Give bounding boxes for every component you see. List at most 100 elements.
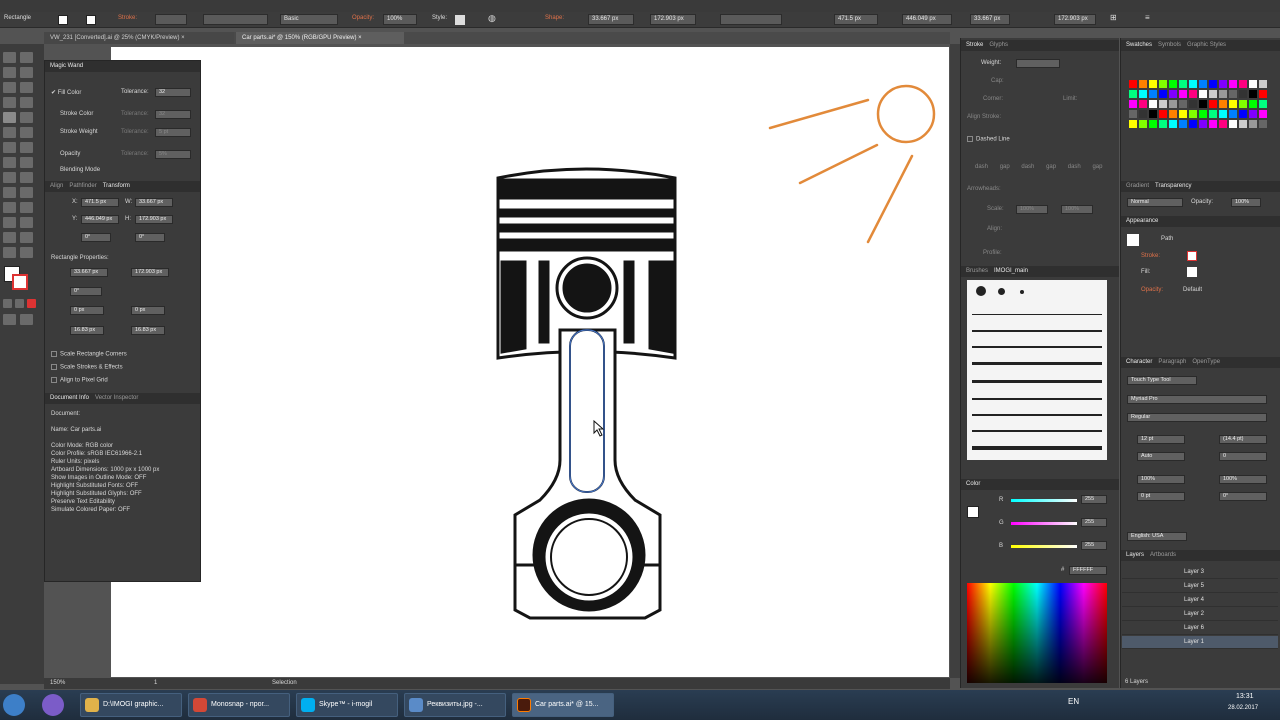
appearance-opacity[interactable]: Opacity: — [1141, 287, 1163, 293]
stroke-color-option[interactable]: Stroke Color — [60, 111, 93, 117]
color-swatch[interactable] — [1199, 120, 1207, 128]
color-swatch[interactable] — [1179, 80, 1187, 88]
r-slider[interactable] — [1011, 499, 1077, 502]
zoom-level[interactable]: 150% — [50, 678, 65, 689]
rect-w-field[interactable]: 33.667 px — [70, 268, 108, 277]
tracking-field[interactable]: 0 — [1219, 452, 1267, 461]
appearance-stroke-swatch[interactable] — [1187, 251, 1197, 261]
align-field[interactable] — [720, 14, 782, 25]
corner-radius-2[interactable]: 0 px — [131, 306, 165, 315]
tab-transparency[interactable]: Transparency — [1155, 183, 1191, 189]
color-swatch[interactable] — [1179, 110, 1187, 118]
tab-layers[interactable]: Layers — [1126, 552, 1144, 558]
blending-mode-option[interactable]: Blending Mode — [60, 167, 100, 173]
tab-artboards[interactable]: Artboards — [1150, 552, 1176, 558]
color-swatch[interactable] — [1239, 120, 1247, 128]
rect-angle-field[interactable]: 0° — [70, 287, 102, 296]
artboard-tool-icon[interactable] — [3, 232, 16, 243]
font-style-select[interactable]: Regular — [1127, 413, 1267, 422]
scale-tool-icon[interactable] — [20, 142, 33, 153]
tab-paragraph[interactable]: Paragraph — [1158, 359, 1186, 365]
horizontal-scale-field[interactable]: 100% — [1219, 475, 1267, 484]
transparency-opacity-field[interactable]: 100% — [1231, 198, 1261, 207]
rect-h-field[interactable]: 172.903 px — [131, 268, 169, 277]
color-swatch[interactable] — [1179, 90, 1187, 98]
brush-dot-icon[interactable] — [976, 286, 986, 296]
magic-wand-tool-icon[interactable] — [3, 67, 16, 78]
slice-tool-icon[interactable] — [20, 232, 33, 243]
color-swatch[interactable] — [1149, 80, 1157, 88]
color-swatch[interactable] — [1159, 100, 1167, 108]
tab-graphic-styles[interactable]: Graphic Styles — [1187, 42, 1226, 48]
color-mode-icon[interactable] — [3, 299, 12, 308]
stroke-weight-field[interactable] — [155, 14, 187, 25]
tolerance-field[interactable]: 32 — [155, 88, 191, 97]
tab-symbols[interactable]: Symbols — [1158, 42, 1181, 48]
color-swatch[interactable] — [1169, 100, 1177, 108]
color-swatch[interactable] — [1159, 90, 1167, 98]
touch-type-tool-button[interactable]: Touch Type Tool — [1127, 376, 1197, 385]
layer-row[interactable]: Layer 6 — [1122, 622, 1278, 635]
shear-field[interactable]: 0° — [135, 233, 165, 242]
free-transform-tool-icon[interactable] — [20, 157, 33, 168]
color-swatch[interactable] — [1199, 110, 1207, 118]
color-swatch[interactable] — [1189, 120, 1197, 128]
shape-w-field[interactable]: 33.667 px — [588, 14, 634, 25]
rectangle-tool-icon[interactable] — [3, 112, 16, 123]
transform-h-field[interactable]: 172.903 px — [135, 215, 173, 224]
blend-tool-icon[interactable] — [20, 202, 33, 213]
color-spectrum[interactable] — [967, 583, 1107, 683]
color-swatch[interactable] — [1159, 120, 1167, 128]
layer-row[interactable]: Layer 5 — [1122, 580, 1278, 593]
color-swatch[interactable] — [1209, 100, 1217, 108]
g-field[interactable]: 255 — [1081, 518, 1107, 527]
color-swatch[interactable] — [1259, 100, 1267, 108]
color-swatch[interactable] — [1139, 80, 1147, 88]
color-swatch[interactable] — [1229, 80, 1237, 88]
transform-w-field[interactable]: 33.667 px — [135, 198, 173, 207]
brush-stroke[interactable] — [972, 380, 1102, 383]
tab-car-parts[interactable]: Car parts.ai* @ 150% (RGB/GPU Preview) × — [236, 32, 404, 44]
clock-date[interactable]: 28.02.2017 — [1228, 705, 1258, 711]
dashed-line-option[interactable]: Dashed Line — [967, 136, 1010, 143]
brush-style-field[interactable]: Basic — [280, 14, 338, 25]
color-swatch[interactable] — [1199, 90, 1207, 98]
color-swatch[interactable] — [1189, 100, 1197, 108]
transform-y-field[interactable]: 446.049 px — [81, 215, 119, 224]
color-swatch[interactable] — [1239, 80, 1247, 88]
paintbrush-tool-icon[interactable] — [20, 112, 33, 123]
clock-time[interactable]: 13:31 — [1236, 693, 1254, 700]
color-swatch[interactable] — [1209, 90, 1217, 98]
tab-pathfinder[interactable]: Pathfinder — [69, 183, 96, 189]
curvature-tool-icon[interactable] — [20, 82, 33, 93]
direct-selection-tool-icon[interactable] — [20, 52, 33, 63]
appearance-fill[interactable]: Fill: — [1141, 269, 1150, 275]
corner-radius-1[interactable]: 0 px — [70, 306, 104, 315]
tab-glyphs[interactable]: Glyphs — [989, 42, 1008, 48]
draw-mode-icon[interactable] — [3, 314, 16, 325]
h-field[interactable]: 172.903 px — [1054, 14, 1096, 25]
vertical-scrollbar[interactable] — [950, 44, 960, 678]
type-tool-icon[interactable] — [3, 97, 16, 108]
pencil-tool-icon[interactable] — [3, 127, 16, 138]
vertical-scale-field[interactable]: 100% — [1137, 475, 1185, 484]
color-swatch[interactable] — [1219, 90, 1227, 98]
shape-builder-tool-icon[interactable] — [3, 172, 16, 183]
blend-mode-select[interactable]: Normal — [1127, 198, 1183, 207]
tab-vw231[interactable]: VW_231 [Converted].ai @ 25% (CMYK/Previe… — [44, 32, 234, 44]
scale-strokes-option[interactable]: Scale Strokes & Effects — [51, 364, 123, 371]
width-tool-icon[interactable] — [3, 157, 16, 168]
color-swatch[interactable] — [1249, 120, 1257, 128]
opacity-field[interactable]: 100% — [383, 14, 417, 25]
brush-dot-icon[interactable] — [1020, 290, 1024, 294]
color-swatch[interactable] — [1239, 110, 1247, 118]
layer-row[interactable]: Layer 2 — [1122, 608, 1278, 621]
opacity-option[interactable]: Opacity — [60, 151, 80, 157]
tab-gradient[interactable]: Gradient — [1126, 183, 1149, 189]
recolor-icon[interactable]: ◍ — [488, 13, 496, 24]
transform-icon[interactable]: ⊞ — [1110, 13, 1117, 22]
color-swatch[interactable] — [1229, 100, 1237, 108]
gradient-tool-icon[interactable] — [20, 187, 33, 198]
color-swatch[interactable] — [1149, 100, 1157, 108]
hex-field[interactable]: FFFFFF — [1069, 566, 1107, 575]
